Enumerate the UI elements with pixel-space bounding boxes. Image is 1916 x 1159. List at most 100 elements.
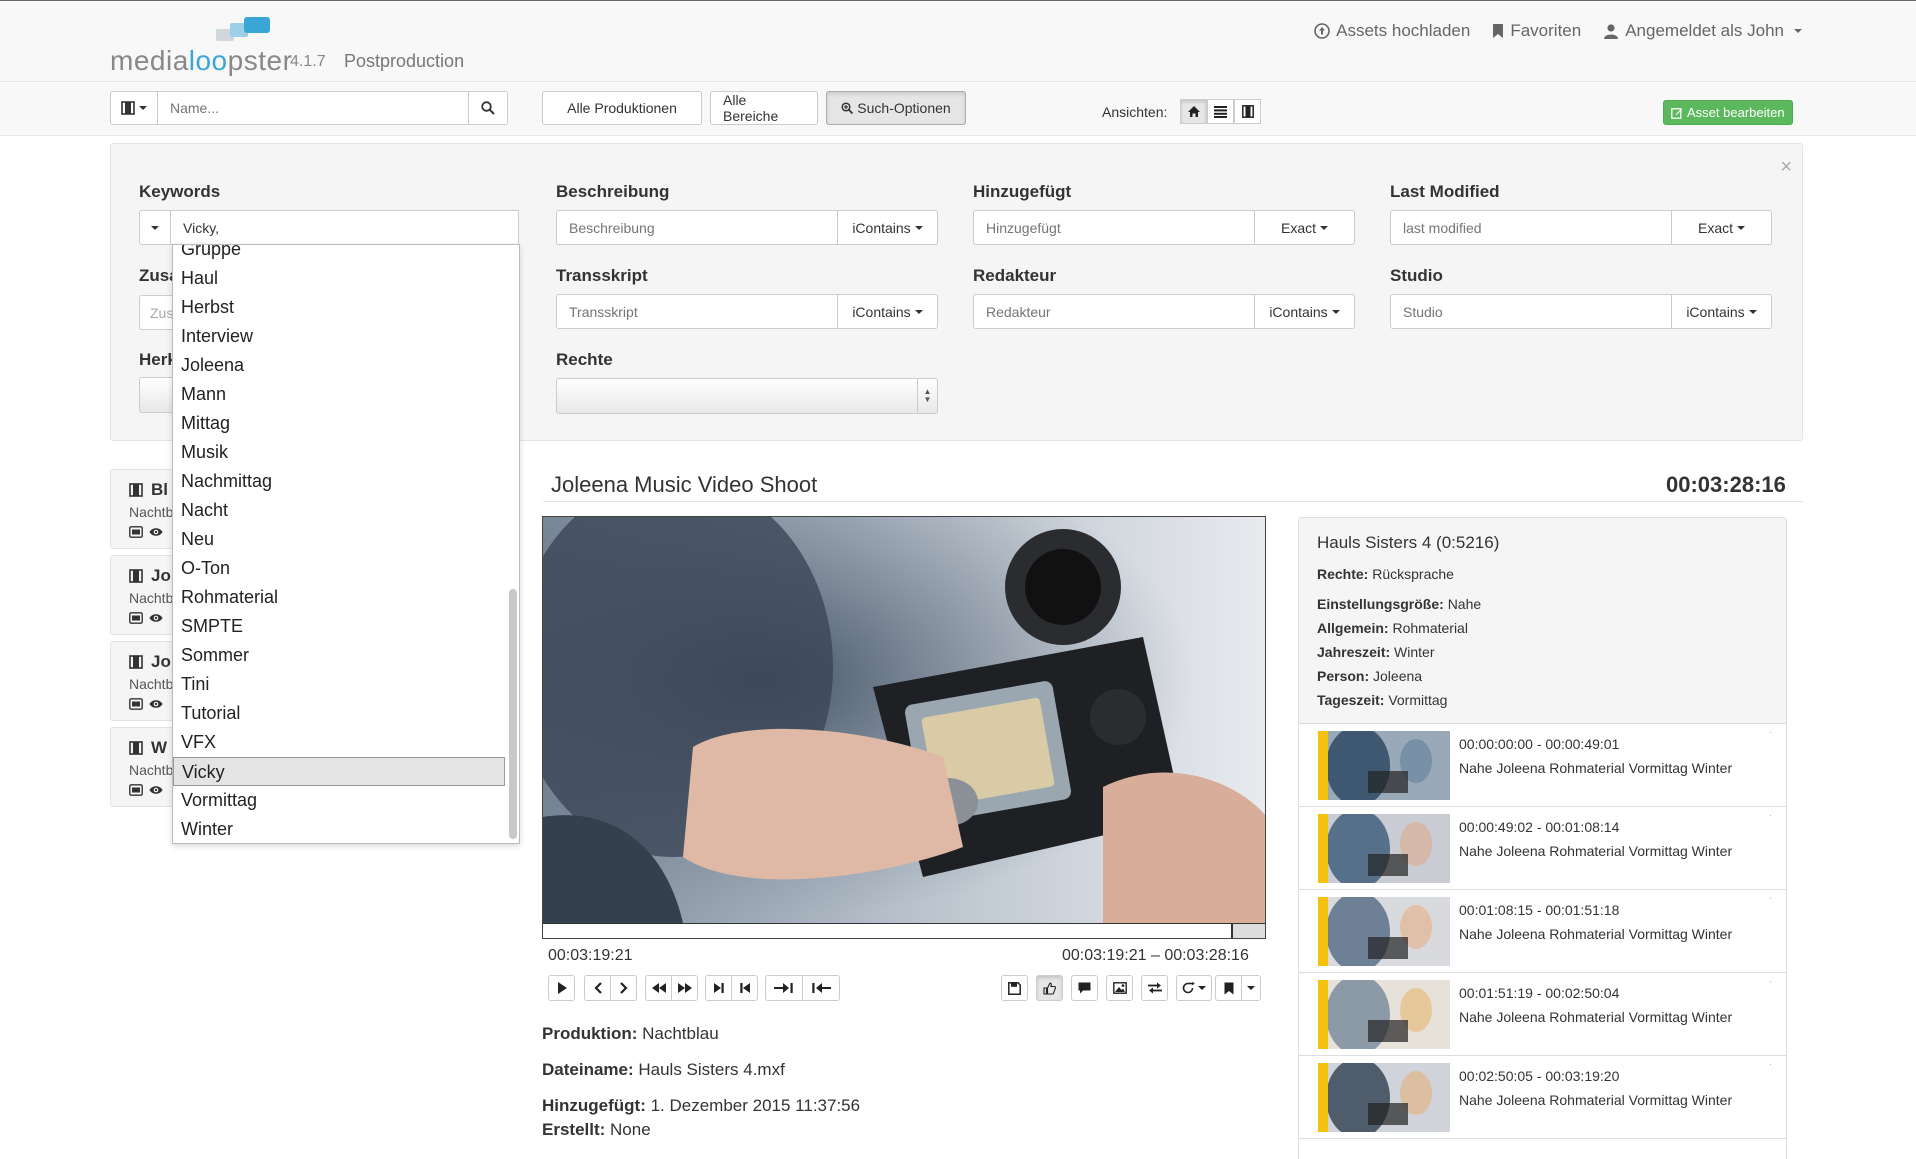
edit-asset-button[interactable]: Asset bearbeiten [1663, 100, 1793, 125]
step-end-button[interactable] [705, 975, 732, 1001]
scrollbar-thumb[interactable] [509, 589, 517, 839]
segment-thumbnail [1328, 814, 1450, 883]
hinzugefuegt-input[interactable] [973, 210, 1255, 245]
prev-frame-button[interactable] [584, 975, 611, 1001]
next-frame-button[interactable] [610, 975, 637, 1001]
keyword-option[interactable]: Tutorial [173, 699, 505, 728]
upload-assets-link[interactable]: Assets hochladen [1314, 21, 1470, 41]
keyword-list-scrollbar[interactable] [508, 249, 517, 839]
play-button[interactable] [548, 975, 575, 1001]
step-start-button[interactable] [731, 975, 758, 1001]
save-marker-button[interactable] [1001, 975, 1028, 1001]
segment-menu-icon[interactable]: ⋅ [1769, 811, 1772, 822]
marker-meta-key: Einstellungsgröße: [1317, 596, 1444, 612]
keyword-option[interactable]: VFX [173, 728, 505, 757]
like-button[interactable] [1036, 975, 1063, 1001]
studio-input[interactable] [1390, 294, 1672, 329]
keyword-option[interactable]: Nachmittag [173, 467, 505, 496]
keywords-input[interactable]: Vicky, [171, 210, 519, 245]
share-dropdown-button[interactable] [1176, 975, 1212, 1001]
mark-in-button[interactable] [802, 975, 840, 1001]
eye-icon[interactable] [149, 526, 163, 538]
search-options-button[interactable]: Such-Optionen [826, 91, 966, 125]
keyword-option[interactable]: Neu [173, 525, 505, 554]
user-menu[interactable]: Angemeldet als John [1603, 21, 1802, 41]
app-logo[interactable]: medialoopster [110, 13, 292, 77]
keyword-option[interactable]: Mittag [173, 409, 505, 438]
hd-icon[interactable] [129, 698, 143, 710]
eye-icon[interactable] [149, 784, 163, 796]
search-input[interactable] [158, 91, 468, 125]
segment-menu-icon[interactable]: ⋅ [1769, 894, 1772, 905]
progress-marker[interactable] [1231, 924, 1265, 938]
fast-forward-button[interactable] [671, 975, 698, 1001]
keyword-option[interactable]: Rohmaterial [173, 583, 505, 612]
keyword-suggestion-list[interactable]: Gruppe Haul Herbst Interview Joleena Mann Mitt… [172, 244, 520, 844]
hd-icon[interactable] [129, 526, 143, 538]
last-modified-input[interactable] [1390, 210, 1672, 245]
chevron-down-icon [1247, 986, 1255, 990]
rewind-button[interactable] [645, 975, 672, 1001]
studio-mode-dropdown[interactable]: iContains [1672, 294, 1772, 329]
segment-item[interactable]: 00:02:50:05 - 00:03:19:20 Nahe Joleena Ro… [1299, 1056, 1786, 1139]
keyword-option[interactable]: Joleena [173, 351, 505, 380]
segment-item[interactable]: 00:00:00:00 - 00:00:49:01 Nahe Joleena Ro… [1299, 724, 1786, 807]
hd-icon[interactable] [129, 612, 143, 624]
keyword-option[interactable]: Gruppe [173, 245, 505, 264]
segment-menu-icon[interactable]: ⋅ [1769, 977, 1772, 988]
view-film-button[interactable] [1234, 99, 1261, 124]
keyword-option[interactable]: Vormittag [173, 786, 505, 815]
keyword-option[interactable]: Musik [173, 438, 505, 467]
beschreibung-input[interactable] [556, 210, 838, 245]
keyword-option[interactable]: Nacht [173, 496, 505, 525]
search-icon [481, 101, 495, 115]
redakteur-input[interactable] [973, 294, 1255, 329]
hinzugefuegt-mode-dropdown[interactable]: Exact [1255, 210, 1355, 245]
eye-icon[interactable] [149, 698, 163, 710]
favorites-link[interactable]: Favoriten [1492, 21, 1581, 41]
asset-type-dropdown[interactable] [110, 91, 158, 125]
snapshot-button[interactable] [1106, 975, 1133, 1001]
hd-icon[interactable] [129, 784, 143, 796]
asset-list-item-production: Nachtb [129, 676, 174, 692]
step-forward-icon [713, 983, 724, 993]
keyword-option[interactable]: SMPTE [173, 612, 505, 641]
segment-item[interactable]: 00:01:08:15 - 00:01:51:18 Nahe Joleena Ro… [1299, 890, 1786, 973]
rechte-select[interactable]: ▲ ▼ [556, 378, 938, 414]
comment-button[interactable] [1071, 975, 1098, 1001]
video-progress-bar[interactable] [543, 923, 1265, 938]
keyword-option[interactable]: O-Ton [173, 554, 505, 583]
keyword-option[interactable]: Mann [173, 380, 505, 409]
segment-menu-icon[interactable]: ⋅ [1769, 1060, 1772, 1071]
beschreibung-mode-dropdown[interactable]: iContains [838, 210, 938, 245]
transskript-mode-dropdown[interactable]: iContains [838, 294, 938, 329]
segment-menu-icon[interactable]: ⋅ [1769, 728, 1772, 739]
last-modified-mode-dropdown[interactable]: Exact [1672, 210, 1772, 245]
all-areas-button[interactable]: Alle Bereiche [710, 91, 818, 125]
transskript-input[interactable] [556, 294, 838, 329]
video-player[interactable] [542, 516, 1266, 939]
close-icon[interactable]: × [1780, 156, 1792, 179]
keyword-option[interactable]: Interview [173, 322, 505, 351]
view-home-button[interactable] [1180, 99, 1207, 124]
keywords-dropdown-toggle[interactable] [139, 210, 171, 245]
search-button[interactable] [468, 91, 508, 125]
mark-out-button[interactable] [765, 975, 803, 1001]
view-list-button[interactable] [1207, 99, 1234, 124]
keyword-option[interactable]: Sommer [173, 641, 505, 670]
segment-item[interactable]: 00:00:49:02 - 00:01:08:14 Nahe Joleena Ro… [1299, 807, 1786, 890]
title-divider [543, 501, 1803, 502]
segment-item[interactable]: 00:01:51:19 - 00:02:50:04 Nahe Joleena Ro… [1299, 973, 1786, 1056]
redakteur-mode-dropdown[interactable]: iContains [1255, 294, 1355, 329]
keyword-option[interactable]: Herbst [173, 293, 505, 322]
transfer-button[interactable] [1141, 975, 1168, 1001]
all-productions-button[interactable]: Alle Produktionen [542, 91, 702, 125]
bookmark-dropdown-button[interactable] [1241, 975, 1261, 1001]
eye-icon[interactable] [149, 612, 163, 624]
keyword-option[interactable]: Winter [173, 815, 505, 843]
bookmark-button[interactable] [1215, 975, 1242, 1001]
keyword-option[interactable]: Haul [173, 264, 505, 293]
keyword-option[interactable]: Vicky [173, 757, 505, 786]
keyword-option[interactable]: Tini [173, 670, 505, 699]
redakteur-label: Redakteur [973, 266, 1057, 285]
